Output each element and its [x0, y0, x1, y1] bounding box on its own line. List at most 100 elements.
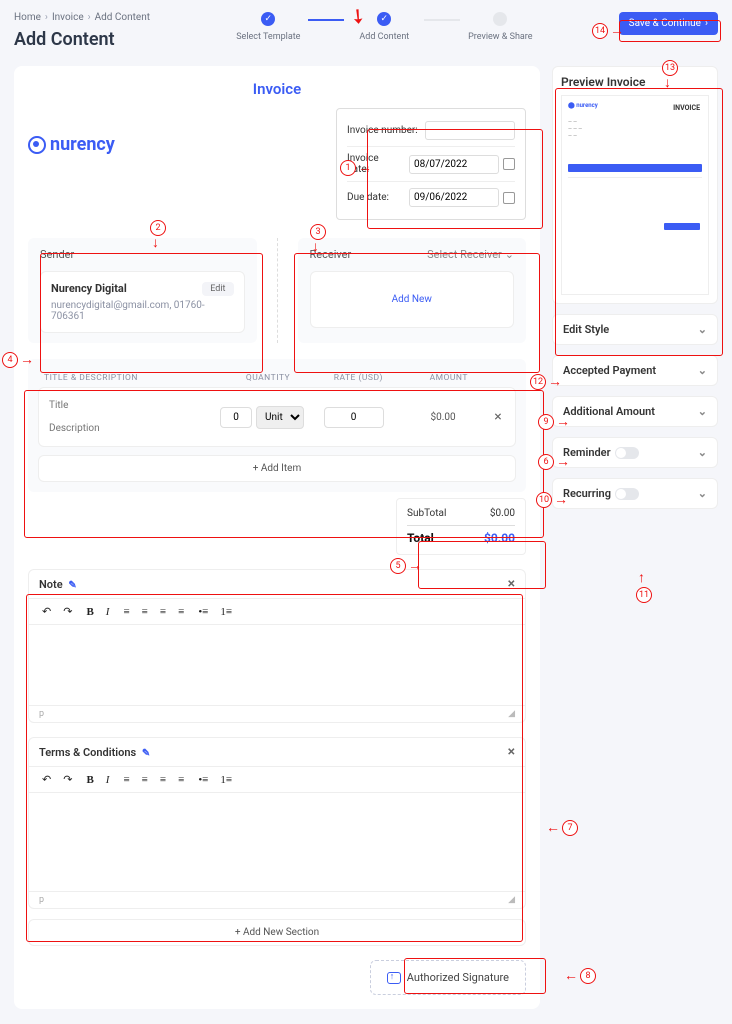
add-section-button[interactable]: + Add New Section	[28, 919, 526, 946]
recurring-toggle[interactable]	[615, 488, 639, 500]
align-center-button[interactable]: ≡	[139, 604, 151, 620]
signature-label: Authorized Signature	[407, 971, 509, 984]
align-right-button[interactable]: ≡	[157, 772, 169, 788]
path-indicator: p	[39, 895, 44, 905]
italic-button[interactable]: I	[103, 772, 113, 788]
accepted-payment-accordion[interactable]: Accepted Payment ⌄	[552, 355, 718, 386]
invoice-badge: INVOICE	[673, 104, 700, 112]
redo-button[interactable]: ↷	[60, 603, 75, 620]
edit-style-accordion[interactable]: Edit Style ⌄	[552, 314, 718, 345]
breadcrumb: Home › Invoice › Add Content	[14, 12, 150, 23]
divider-icon	[277, 238, 278, 343]
bold-button[interactable]: B	[83, 772, 96, 788]
align-left-button[interactable]: ≡	[120, 772, 132, 788]
list-bullet-button[interactable]: •≡	[195, 772, 211, 788]
remove-item-button[interactable]: ×	[489, 409, 507, 425]
sender-panel: Sender Nurency Digital Edit nurencydigit…	[28, 238, 257, 343]
close-icon[interactable]: ×	[508, 576, 515, 592]
page-title: Add Content	[14, 29, 150, 50]
authorized-signature-button[interactable]: Authorized Signature	[370, 960, 526, 995]
sender-edit-button[interactable]: Edit	[202, 282, 233, 296]
receiver-panel: Receiver Select Receiver ⌄ Add New	[298, 238, 527, 343]
additional-amount-accordion[interactable]: Additional Amount ⌄	[552, 396, 718, 427]
reminder-label: Reminder	[563, 446, 611, 459]
brand-logo: nurency	[28, 134, 115, 155]
note-editor: Note ✎ × ↶ ↷ B I	[28, 569, 526, 723]
italic-button[interactable]: I	[103, 604, 113, 620]
terms-title: Terms & Conditions	[39, 746, 136, 759]
note-title: Note	[39, 578, 63, 591]
list-number-button[interactable]: 1≡	[217, 604, 235, 620]
save-continue-label: Save & Continue	[629, 18, 701, 29]
undo-button[interactable]: ↶	[39, 603, 54, 620]
step-connector	[424, 19, 460, 21]
table-header-bar	[568, 164, 702, 172]
step-label: Preview & Share	[468, 32, 532, 42]
receiver-select-dropdown[interactable]: Select Receiver ⌄	[427, 248, 514, 261]
bc-invoice[interactable]: Invoice	[52, 12, 84, 23]
list-bullet-button[interactable]: •≡	[195, 604, 211, 620]
sender-title: Sender	[40, 248, 74, 261]
list-number-button[interactable]: 1≡	[217, 772, 235, 788]
align-left-button[interactable]: ≡	[120, 604, 132, 620]
item-title-input[interactable]	[47, 396, 214, 415]
align-right-button[interactable]: ≡	[157, 604, 169, 620]
calendar-icon[interactable]	[503, 158, 515, 170]
pencil-icon[interactable]: ✎	[68, 580, 76, 591]
step-select-template[interactable]: ✓ Select Template	[228, 12, 308, 42]
note-textarea[interactable]	[29, 625, 525, 705]
pencil-icon[interactable]: ✎	[142, 748, 150, 759]
line-items-section: TITLE & DESCRIPTION QUANTITY RATE (USD) …	[28, 359, 526, 492]
resize-handle-icon[interactable]: ◢	[508, 895, 515, 905]
subtotal-value: $0.00	[490, 508, 515, 519]
save-continue-button[interactable]: Save & Continue ›	[619, 12, 718, 35]
item-description-input[interactable]	[47, 419, 214, 438]
recurring-accordion[interactable]: Recurring ⌄	[552, 478, 718, 509]
terms-toolbar: ↶ ↷ B I ≡ ≡ ≡ ≡	[29, 766, 525, 793]
redo-button[interactable]: ↷	[60, 771, 75, 788]
item-rate-input[interactable]	[324, 407, 384, 428]
add-item-button[interactable]: + Add Item	[38, 455, 516, 482]
close-icon[interactable]: ×	[508, 744, 515, 760]
step-preview-share[interactable]: Preview & Share	[460, 12, 540, 42]
recurring-label: Recurring	[563, 487, 611, 500]
receiver-title: Receiver	[310, 248, 352, 261]
terms-textarea[interactable]	[29, 793, 525, 891]
bold-button[interactable]: B	[83, 604, 96, 620]
th-rate: RATE (USD)	[311, 373, 405, 383]
logo-icon: ⬤ nurency	[568, 102, 598, 109]
chevron-right-icon: ›	[88, 12, 91, 23]
path-indicator: p	[39, 709, 44, 719]
bc-home[interactable]: Home	[14, 12, 41, 23]
reminder-toggle[interactable]	[615, 447, 639, 459]
total-label: Total	[407, 531, 434, 545]
chevron-down-icon: ⌄	[698, 364, 707, 377]
item-quantity-input[interactable]	[220, 407, 252, 428]
receiver-add-new-button[interactable]: Add New	[321, 282, 504, 317]
resize-handle-icon[interactable]: ◢	[508, 709, 515, 719]
invoice-date-input[interactable]	[409, 155, 499, 174]
total-value: $0.00	[484, 531, 515, 545]
invoice-card: Invoice nurency Invoice number: Invoice …	[14, 66, 540, 1009]
step-add-content[interactable]: ✓ Add Content	[344, 12, 424, 42]
chevron-right-icon: ›	[45, 12, 48, 23]
accepted-payment-label: Accepted Payment	[563, 364, 656, 377]
invoice-meta: Invoice number: Invoice date: Due date:	[336, 108, 526, 220]
item-unit-select[interactable]: Unit	[256, 406, 304, 429]
align-center-button[interactable]: ≡	[139, 772, 151, 788]
preview-thumbnail[interactable]: ⬤ nurency INVOICE — —— — —— —	[561, 95, 709, 295]
calendar-icon[interactable]	[503, 192, 515, 204]
subtotal-label: SubTotal	[407, 508, 446, 519]
align-justify-button[interactable]: ≡	[175, 604, 187, 620]
reminder-accordion[interactable]: Reminder ⌄	[552, 437, 718, 468]
undo-button[interactable]: ↶	[39, 771, 54, 788]
item-amount: $0.00	[403, 412, 483, 423]
th-title: TITLE & DESCRIPTION	[44, 373, 225, 383]
due-date-input[interactable]	[409, 188, 499, 207]
align-justify-button[interactable]: ≡	[175, 772, 187, 788]
sender-name: Nurency Digital	[51, 282, 127, 295]
invoice-number-input[interactable]	[425, 121, 515, 140]
due-date-label: Due date:	[347, 192, 389, 203]
invoice-date-label: Invoice date:	[347, 153, 403, 175]
th-amount: AMOUNT	[406, 373, 492, 383]
